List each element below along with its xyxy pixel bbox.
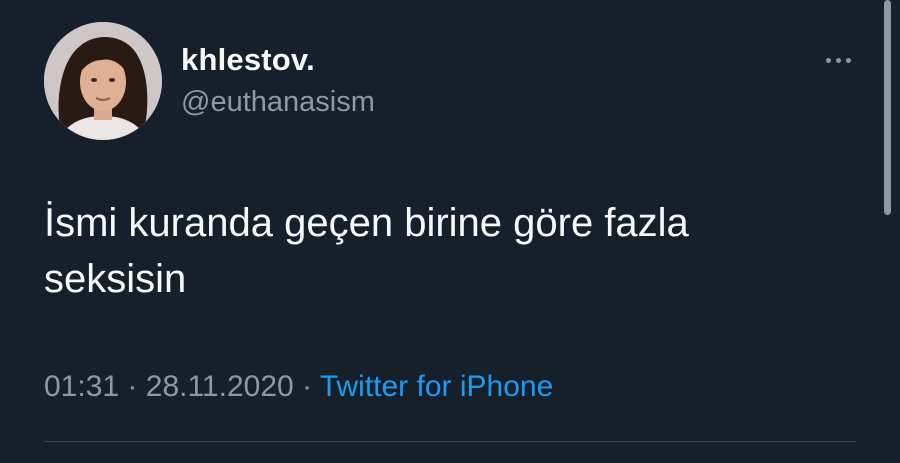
meta-separator: · [302, 370, 313, 403]
dot [825, 57, 831, 63]
tweet-meta: 01:31 · 28.11.2020 · Twitter for iPhone [44, 370, 553, 404]
scrollbar[interactable] [884, 0, 891, 215]
more-dots-icon[interactable] [818, 50, 858, 70]
dot [845, 57, 851, 63]
divider [44, 441, 856, 442]
avatar[interactable] [44, 22, 162, 140]
display-name[interactable]: khlestov. [181, 42, 315, 78]
dot [835, 57, 841, 63]
meta-separator: · [127, 370, 138, 403]
tweet-source-link[interactable]: Twitter for iPhone [320, 370, 553, 403]
tweet-text: İsmi kuranda geçen birine göre fazla sek… [44, 201, 689, 301]
user-handle[interactable]: @euthanasism [181, 86, 375, 119]
tweet-date[interactable]: 28.11.2020 [146, 370, 294, 403]
tweet-time[interactable]: 01:31 [44, 370, 119, 403]
avatar-photo [44, 22, 162, 140]
